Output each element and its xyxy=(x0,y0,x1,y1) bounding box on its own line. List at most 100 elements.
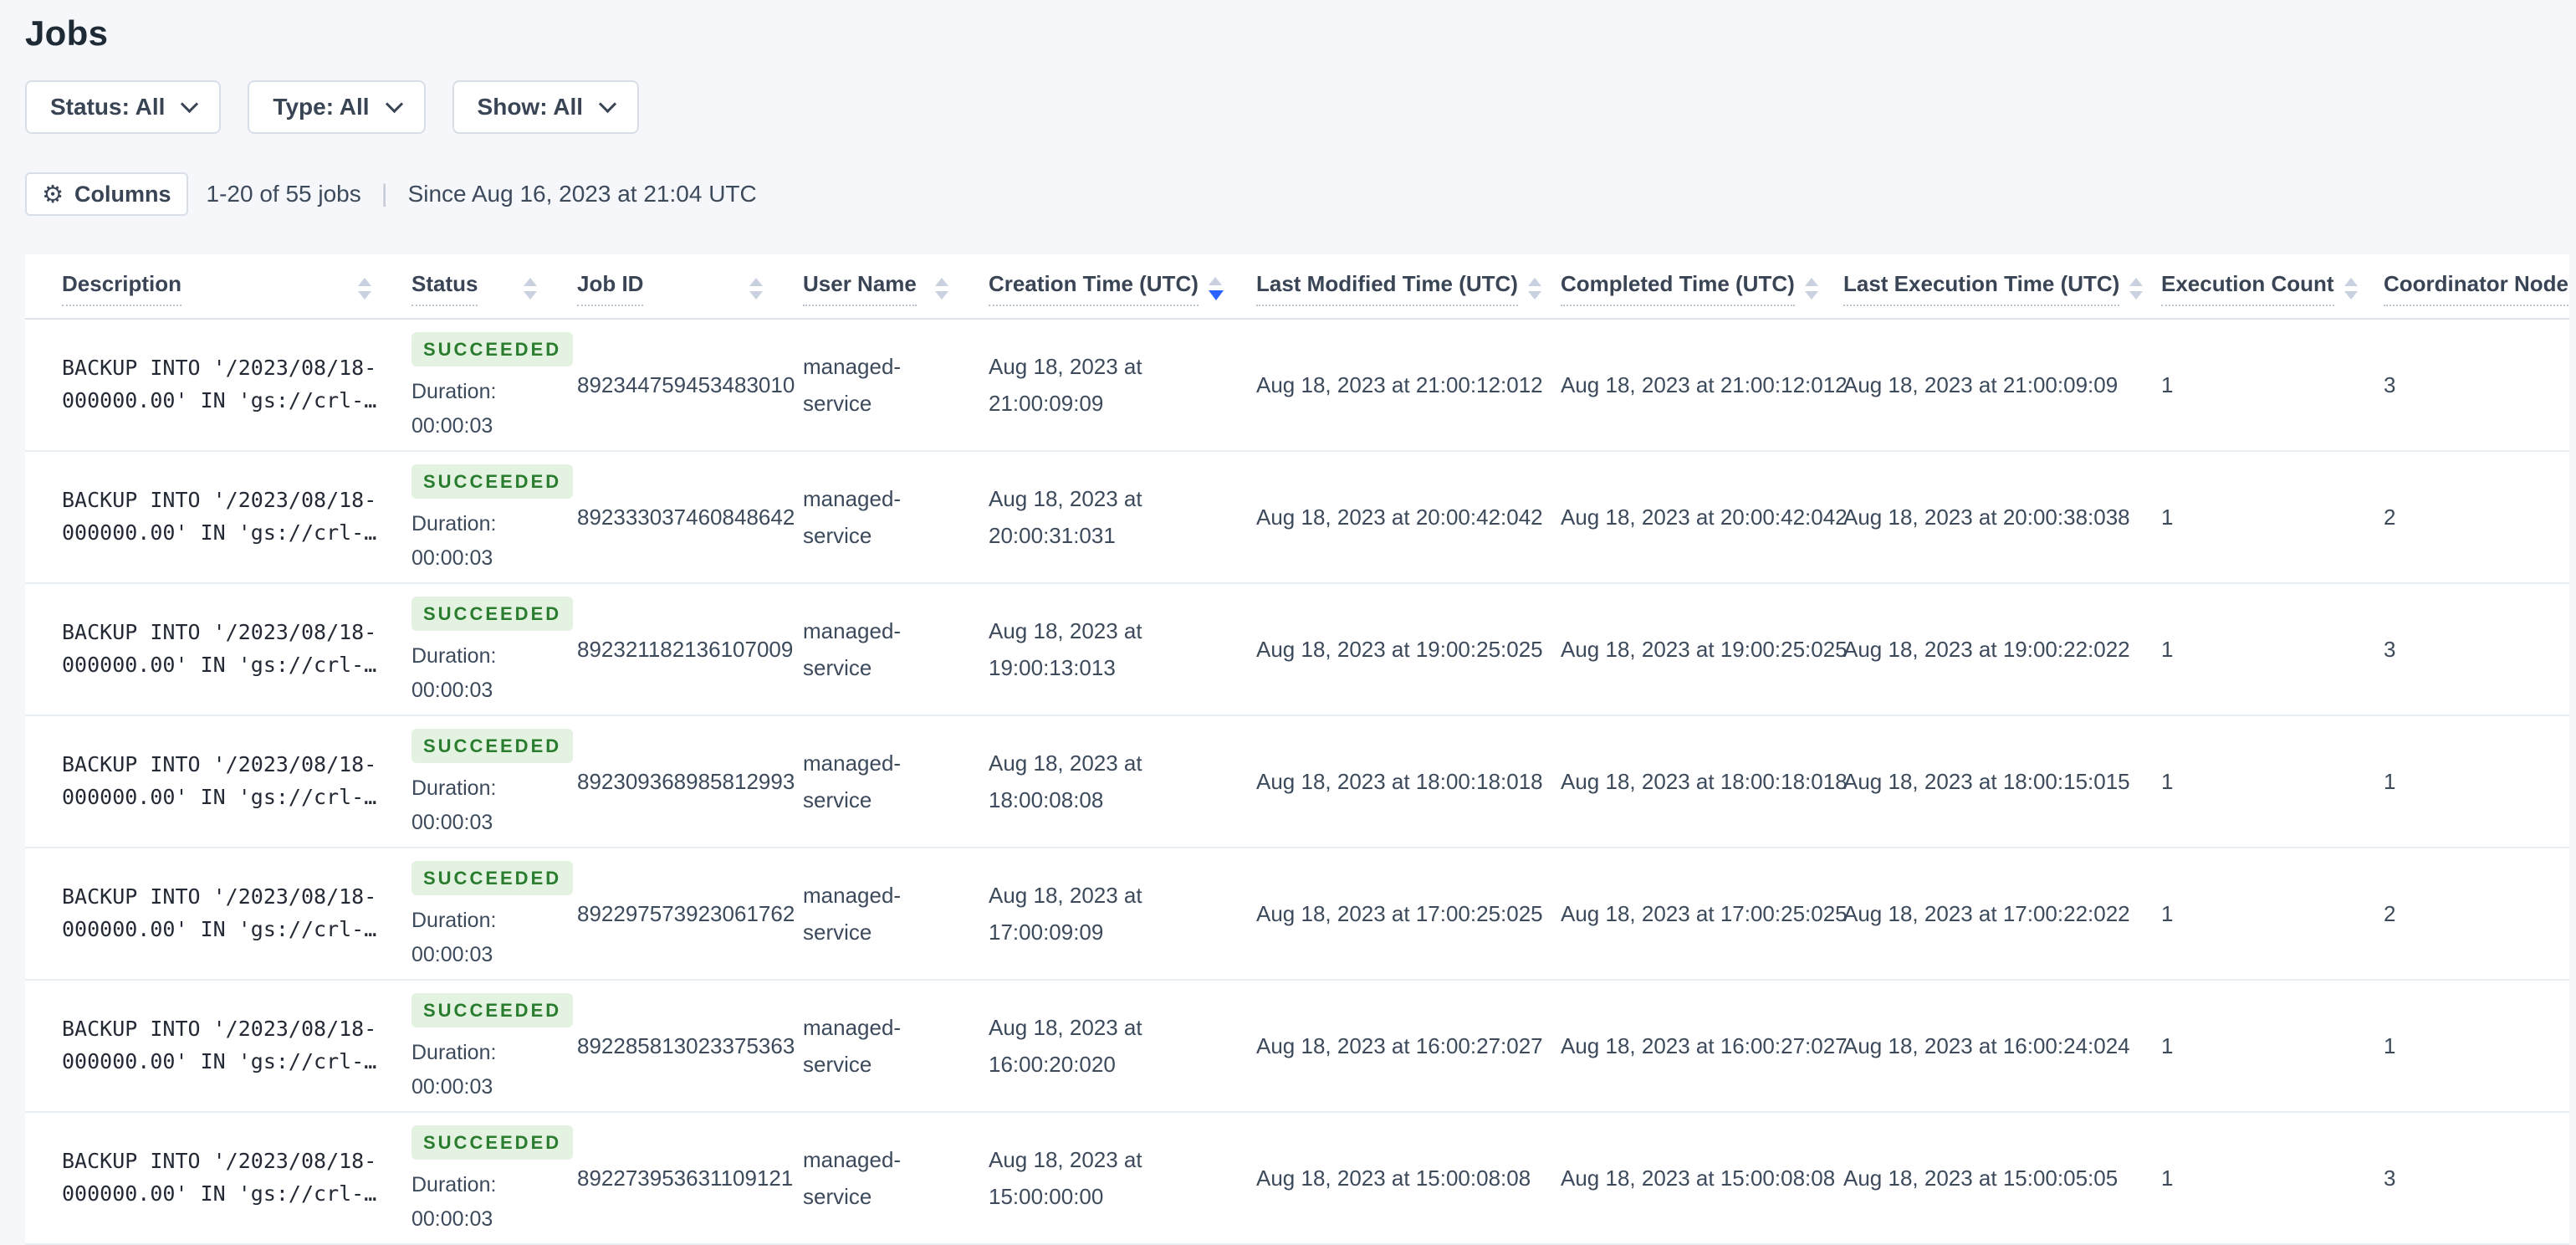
execution-count-cell: 1 xyxy=(2161,980,2384,1113)
column-header-completed-time[interactable]: Completed Time (UTC) xyxy=(1561,254,1843,320)
sort-down-icon xyxy=(1527,291,1541,300)
user-name-value: managed-service xyxy=(803,353,902,416)
column-header-label: Coordinator Node xyxy=(2384,271,2568,306)
sort-up-icon xyxy=(1527,278,1541,286)
status-cell: SUCCEEDED Duration: 00:00:03 xyxy=(411,980,577,1113)
creation-time-cell: Aug 18, 2023 at 16:00:20:020 xyxy=(989,980,1256,1113)
user-name-value: managed-service xyxy=(803,882,902,945)
column-header-status[interactable]: Status xyxy=(411,254,577,320)
job-id-cell: 892297573923061762 xyxy=(577,848,803,981)
sort-arrows-icon[interactable] xyxy=(1527,278,1541,300)
column-header-description[interactable]: Description xyxy=(25,254,411,320)
execution-count-cell: 1 xyxy=(2161,1112,2384,1245)
description-line1: BACKUP INTO '/2023/08/18- xyxy=(62,1017,377,1042)
execution-count-cell: 1 xyxy=(2161,583,2384,716)
creation-time-cell: Aug 18, 2023 at 17:00:09:09 xyxy=(989,848,1256,981)
type-filter[interactable]: Type: All xyxy=(248,80,426,134)
job-id-cell: 892333037460848642 xyxy=(577,451,803,584)
sort-arrows-icon[interactable] xyxy=(2129,278,2144,300)
description-cell[interactable]: BACKUP INTO '/2023/08/18- 000000.00' IN … xyxy=(25,848,411,981)
creation-time-cell: Aug 18, 2023 at 20:00:31:031 xyxy=(989,451,1256,584)
sort-down-icon xyxy=(358,291,371,300)
status-badge: SUCCEEDED xyxy=(411,1125,574,1160)
table-row[interactable]: BACKUP INTO '/2023/08/18- 000000.00' IN … xyxy=(25,451,2569,584)
column-header-creation-time[interactable]: Creation Time (UTC) xyxy=(989,254,1256,320)
table-row[interactable]: BACKUP INTO '/2023/08/18- 000000.00' IN … xyxy=(25,980,2569,1113)
column-header-execution-count[interactable]: Execution Count xyxy=(2161,254,2384,320)
status-badge: SUCCEEDED xyxy=(411,464,574,499)
job-id-cell: 892285813023375363 xyxy=(577,980,803,1113)
sort-arrows-icon[interactable] xyxy=(935,278,948,300)
sort-up-icon xyxy=(2343,278,2358,286)
status-badge: SUCCEEDED xyxy=(411,596,574,631)
coordinator-node-cell: 2 xyxy=(2384,848,2569,981)
sort-arrows-icon[interactable] xyxy=(524,278,537,300)
description-cell[interactable]: BACKUP INTO '/2023/08/18- 000000.00' IN … xyxy=(25,319,411,452)
column-header-label: Last Modified Time (UTC) xyxy=(1256,271,1518,306)
duration-value: 00:00:03 xyxy=(411,810,493,834)
jobs-table-panel: Description Status Job ID User Name Crea… xyxy=(25,254,2569,1245)
column-header-last-modified-time[interactable]: Last Modified Time (UTC) xyxy=(1256,254,1561,320)
column-header-label: Status xyxy=(411,271,478,306)
description-line2: 000000.00' IN 'gs://crl-… xyxy=(62,917,377,941)
filter-label: Type: All xyxy=(273,94,370,120)
duration-value: 00:00:03 xyxy=(411,678,493,702)
columns-button-label: Columns xyxy=(74,181,171,207)
table-row[interactable]: BACKUP INTO '/2023/08/18- 000000.00' IN … xyxy=(25,583,2569,716)
column-header-last-execution-time[interactable]: Last Execution Time (UTC) xyxy=(1843,254,2161,320)
user-name-cell: managed-service xyxy=(803,451,989,584)
description-line2: 000000.00' IN 'gs://crl-… xyxy=(62,785,377,809)
show-filter[interactable]: Show: All xyxy=(452,80,640,134)
jobs-table: Description Status Job ID User Name Crea… xyxy=(25,254,2569,1245)
last-execution-cell: Aug 18, 2023 at 17:00:22:022 xyxy=(1843,848,2161,981)
sort-up-icon xyxy=(358,278,371,286)
duration-label: Duration: xyxy=(411,379,497,403)
table-row[interactable]: BACKUP INTO '/2023/08/18- 000000.00' IN … xyxy=(25,1112,2569,1245)
coordinator-node-cell: 3 xyxy=(2384,1112,2569,1245)
status-filter[interactable]: Status: All xyxy=(25,80,222,134)
column-header-coordinator-node[interactable]: Coordinator Node xyxy=(2384,254,2569,320)
sort-arrows-icon[interactable] xyxy=(1208,277,1224,300)
table-row[interactable]: BACKUP INTO '/2023/08/18- 000000.00' IN … xyxy=(25,715,2569,848)
sort-down-icon xyxy=(2129,291,2144,300)
description-cell[interactable]: BACKUP INTO '/2023/08/18- 000000.00' IN … xyxy=(25,1112,411,1245)
status-cell: SUCCEEDED Duration: 00:00:03 xyxy=(411,583,577,716)
description-line2: 000000.00' IN 'gs://crl-… xyxy=(62,1181,377,1206)
table-body: BACKUP INTO '/2023/08/18- 000000.00' IN … xyxy=(25,319,2569,1245)
completed-time-cell: Aug 18, 2023 at 19:00:25:025 xyxy=(1561,583,1848,716)
table-row[interactable]: BACKUP INTO '/2023/08/18- 000000.00' IN … xyxy=(25,319,2569,452)
description-cell[interactable]: BACKUP INTO '/2023/08/18- 000000.00' IN … xyxy=(25,451,411,584)
job-id-cell: 892273953631109121 xyxy=(577,1112,803,1245)
duration-label: Duration: xyxy=(411,776,497,800)
columns-button[interactable]: ⚙ Columns xyxy=(25,172,188,216)
description-cell[interactable]: BACKUP INTO '/2023/08/18- 000000.00' IN … xyxy=(25,980,411,1113)
table-row[interactable]: BACKUP INTO '/2023/08/18- 000000.00' IN … xyxy=(25,848,2569,981)
description-line1: BACKUP INTO '/2023/08/18- xyxy=(62,620,377,645)
completed-time-cell: Aug 18, 2023 at 16:00:27:027 xyxy=(1561,980,1848,1113)
toolbar-separator: | xyxy=(381,180,388,208)
sort-down-icon xyxy=(749,291,763,300)
coordinator-node-cell: 3 xyxy=(2384,319,2569,452)
last-execution-cell: Aug 18, 2023 at 20:00:38:038 xyxy=(1843,451,2161,584)
job-id-cell: 892309368985812993 xyxy=(577,715,803,848)
column-header-user-name[interactable]: User Name xyxy=(803,254,989,320)
sort-arrows-icon[interactable] xyxy=(749,278,763,300)
execution-count-cell: 1 xyxy=(2161,319,2384,452)
coordinator-node-cell: 2 xyxy=(2384,451,2569,584)
user-name-value: managed-service xyxy=(803,485,902,548)
sort-arrows-icon[interactable] xyxy=(1804,278,1818,300)
description-line1: BACKUP INTO '/2023/08/18- xyxy=(62,1149,377,1174)
sort-arrows-icon[interactable] xyxy=(358,278,371,300)
column-header-job-id[interactable]: Job ID xyxy=(577,254,803,320)
duration-value: 00:00:03 xyxy=(411,1207,493,1231)
description-line1: BACKUP INTO '/2023/08/18- xyxy=(62,752,377,777)
duration-value: 00:00:03 xyxy=(411,413,493,438)
description-cell[interactable]: BACKUP INTO '/2023/08/18- 000000.00' IN … xyxy=(25,715,411,848)
duration-label: Duration: xyxy=(411,908,497,932)
execution-count-cell: 1 xyxy=(2161,715,2384,848)
description-cell[interactable]: BACKUP INTO '/2023/08/18- 000000.00' IN … xyxy=(25,583,411,716)
user-name-cell: managed-service xyxy=(803,583,989,716)
sort-arrows-icon[interactable] xyxy=(2343,278,2358,300)
creation-time-cell: Aug 18, 2023 at 18:00:08:08 xyxy=(989,715,1256,848)
description-line1: BACKUP INTO '/2023/08/18- xyxy=(62,488,377,513)
